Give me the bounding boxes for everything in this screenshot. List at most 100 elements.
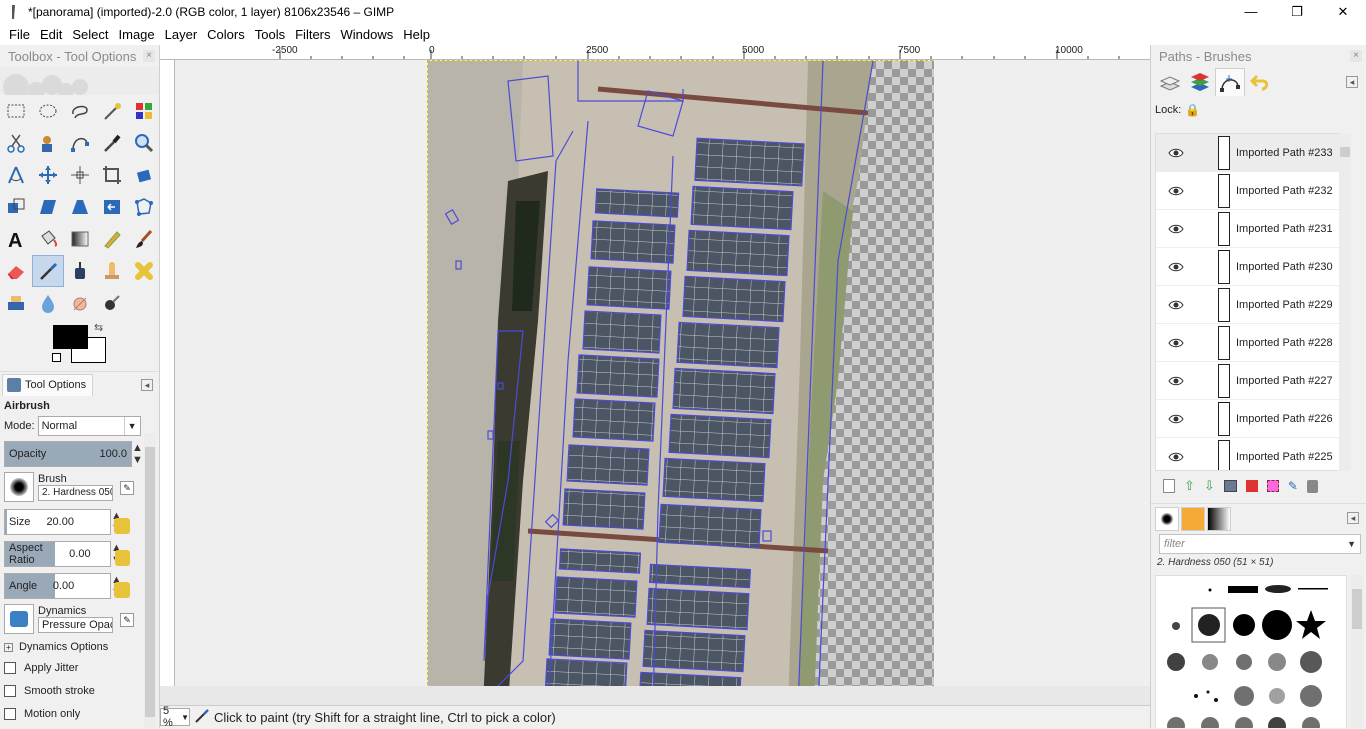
path-row[interactable]: Imported Path #228 (1156, 324, 1346, 362)
tab-gradients[interactable] (1207, 506, 1231, 531)
opacity-slider[interactable]: Opacity 100.0 ▲ ▼ (4, 441, 143, 467)
visibility-eye-icon[interactable] (1156, 148, 1196, 158)
ellipse-select-tool[interactable] (32, 95, 64, 127)
swap-colors-icon[interactable]: ⇆ (94, 321, 103, 334)
horizontal-ruler[interactable]: -2500 0 2500 5000 7500 10000 (160, 45, 1150, 60)
brush-preview[interactable] (4, 472, 34, 502)
alignment-tool[interactable] (64, 159, 96, 191)
raise-path-icon[interactable]: ⇧ (1184, 478, 1195, 494)
menu-image[interactable]: Image (114, 27, 160, 42)
visibility-eye-icon[interactable] (1156, 300, 1196, 310)
tab-tool-options[interactable]: Tool Options (2, 373, 94, 396)
angle-reset-icon[interactable] (114, 582, 130, 598)
paintbrush-tool[interactable] (128, 223, 159, 255)
brush-grid-scrollbar[interactable] (1351, 575, 1363, 728)
menu-tools[interactable]: Tools (250, 27, 290, 42)
free-select-tool[interactable] (64, 95, 96, 127)
path-row[interactable]: Imported Path #230 (1156, 248, 1346, 286)
tab-paths[interactable] (1215, 68, 1245, 96)
measure-tool[interactable] (0, 159, 32, 191)
dynamics-preview[interactable] (4, 604, 34, 634)
brush-name-field[interactable]: 2. Hardness 050 (38, 485, 113, 501)
vertical-ruler[interactable] (160, 60, 175, 705)
toolbox-close-icon[interactable]: × (143, 50, 155, 62)
menu-filters[interactable]: Filters (290, 27, 335, 42)
paths-scrollbar[interactable] (1339, 133, 1351, 471)
crop-tool[interactable] (96, 159, 128, 191)
fuzzy-select-tool[interactable] (96, 95, 128, 127)
path-row[interactable]: Imported Path #233 (1156, 134, 1346, 172)
opacity-spinner[interactable]: ▲ ▼ (132, 442, 143, 466)
visibility-eye-icon[interactable] (1156, 224, 1196, 234)
lock-position-icon[interactable]: 🔒 (1185, 103, 1200, 117)
dodge-burn-tool[interactable] (96, 287, 128, 319)
image-canvas[interactable] (427, 60, 934, 705)
path-row[interactable]: Imported Path #232 (1156, 172, 1346, 210)
move-tool[interactable] (32, 159, 64, 191)
tab-undo-history[interactable] (1245, 68, 1275, 96)
shear-tool[interactable] (32, 191, 64, 223)
stroke-path-icon[interactable]: ✎ (1288, 479, 1298, 493)
motion-only-checkbox[interactable] (4, 708, 16, 720)
scissors-select-tool[interactable] (0, 127, 32, 159)
bucket-fill-tool[interactable] (32, 223, 64, 255)
aspect-ratio-slider[interactable]: Aspect Ratio 0.00 ▲▼ (4, 541, 130, 567)
visibility-eye-icon[interactable] (1156, 376, 1196, 386)
visibility-eye-icon[interactable] (1156, 262, 1196, 272)
duplicate-path-icon[interactable] (1223, 480, 1237, 492)
perspective-clone-tool[interactable] (0, 287, 32, 319)
selection-to-path-icon[interactable] (1266, 480, 1279, 492)
aspect-reset-icon[interactable] (114, 550, 130, 566)
tab-layers[interactable] (1155, 68, 1185, 96)
brush-grid[interactable] (1155, 575, 1347, 728)
text-tool[interactable]: A (0, 223, 32, 255)
apply-jitter-row[interactable]: Apply Jitter (4, 657, 152, 679)
eraser-tool[interactable] (0, 255, 32, 287)
maximize-button[interactable]: ❐ (1274, 0, 1320, 23)
tab-patterns[interactable] (1181, 506, 1205, 531)
dock-tab-menu-icon[interactable]: ◂ (1346, 76, 1358, 88)
paths-tool[interactable] (64, 127, 96, 159)
close-button[interactable]: ✕ (1320, 0, 1366, 23)
smooth-stroke-row[interactable]: Smooth stroke (4, 679, 152, 703)
color-select-tool[interactable] (128, 95, 159, 127)
menu-help[interactable]: Help (398, 27, 435, 42)
tab-brushes[interactable] (1155, 506, 1179, 531)
menu-windows[interactable]: Windows (336, 27, 399, 42)
lower-path-icon[interactable]: ⇩ (1204, 478, 1215, 494)
brushes-tab-menu-icon[interactable]: ◂ (1347, 512, 1359, 524)
visibility-eye-icon[interactable] (1156, 414, 1196, 424)
right-dock-close-icon[interactable]: × (1350, 50, 1362, 62)
cage-transform-tool[interactable] (128, 191, 159, 223)
menu-edit[interactable]: Edit (35, 27, 67, 42)
airbrush-tool[interactable] (32, 255, 64, 287)
foreground-select-tool[interactable] (32, 127, 64, 159)
tab-menu-icon[interactable]: ◂ (141, 378, 153, 391)
zoom-dropdown[interactable]: 5 % ▼ (160, 705, 190, 729)
motion-only-row[interactable]: Motion only (4, 703, 152, 725)
brush-filter-input[interactable]: filter ▼ (1159, 534, 1361, 554)
menu-colors[interactable]: Colors (202, 27, 250, 42)
clone-tool[interactable] (96, 255, 128, 287)
menu-file[interactable]: File (4, 27, 35, 42)
perspective-tool[interactable] (64, 191, 96, 223)
menu-select[interactable]: Select (67, 27, 113, 42)
blur-sharpen-tool[interactable] (32, 287, 64, 319)
rect-select-tool[interactable] (0, 95, 32, 127)
visibility-eye-icon[interactable] (1156, 452, 1196, 462)
size-reset-icon[interactable] (114, 518, 130, 534)
dynamics-name-field[interactable]: Pressure Opacit (38, 617, 113, 633)
default-colors-icon[interactable] (52, 353, 61, 362)
delete-path-icon[interactable] (1306, 479, 1318, 493)
path-row[interactable]: Imported Path #226 (1156, 400, 1346, 438)
path-to-selection-icon[interactable] (1245, 480, 1258, 492)
menu-layer[interactable]: Layer (160, 27, 203, 42)
apply-jitter-checkbox[interactable] (4, 662, 16, 674)
ink-tool[interactable] (64, 255, 96, 287)
new-path-icon[interactable] (1163, 479, 1175, 493)
dynamics-options-expander[interactable]: + Dynamics Options (4, 637, 152, 657)
minimize-button[interactable]: — (1228, 0, 1274, 23)
color-picker-tool[interactable] (96, 127, 128, 159)
zoom-tool[interactable] (128, 127, 159, 159)
path-row[interactable]: Imported Path #227 (1156, 362, 1346, 400)
